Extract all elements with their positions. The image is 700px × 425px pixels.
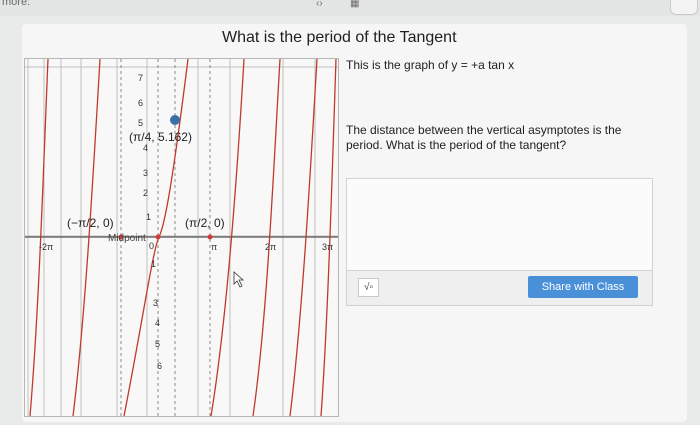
nav-arrows-icon[interactable]: ‹› (316, 0, 323, 9)
tangent-graph: 7 6 5 4 3 2 1 0 1 3 4 5 6 -2π π 2π 3π (π… (24, 58, 339, 417)
question-text: The distance between the vertical asympt… (346, 123, 622, 152)
right-point-label: (π/2, 0) (185, 216, 225, 230)
midpoint-label: Midpoint (108, 233, 146, 244)
max-point[interactable] (170, 115, 180, 125)
share-with-class-button[interactable]: Share with Class (528, 276, 638, 298)
top-left-text: more: (2, 0, 31, 8)
answer-toolbar: √▫ Share with Class (346, 270, 653, 306)
y-label-6: 6 (138, 98, 143, 108)
y-label-2: 2 (143, 188, 148, 198)
max-point-label: (π/4, 5.162) (129, 130, 192, 144)
graph-canvas: 7 6 5 4 3 2 1 0 1 3 4 5 6 -2π π 2π 3π (π… (25, 59, 338, 416)
x-label-neg-2pi: -2π (39, 242, 53, 252)
y-label-0: 0 (149, 241, 154, 251)
x-label-pi: π (211, 242, 217, 252)
y-label-neg6: 6 (157, 361, 162, 371)
y-label-neg3: 3 (153, 298, 158, 308)
x-label-2pi: 2π (265, 242, 276, 252)
y-label-7: 7 (138, 73, 143, 83)
y-label-neg5: 5 (155, 339, 160, 349)
math-input-button[interactable]: √▫ (358, 278, 379, 297)
y-label-5: 5 (138, 118, 143, 128)
left-point-label: (−π/2, 0) (67, 216, 114, 230)
y-label-1: 1 (146, 212, 151, 222)
midpoint[interactable] (155, 234, 161, 240)
cursor-icon (233, 271, 245, 288)
answer-input[interactable] (346, 178, 653, 271)
page-title: What is the period of the Tangent (222, 29, 457, 46)
window-handle[interactable] (670, 0, 698, 15)
y-label-4: 4 (143, 143, 148, 153)
graph-caption: This is the graph of y = +a tan x (346, 58, 515, 72)
x-label-3pi: 3π (322, 242, 333, 252)
y-label-neg4: 4 (155, 318, 160, 328)
y-label-neg1: 1 (151, 259, 156, 269)
y-label-3: 3 (143, 168, 148, 178)
right-point[interactable] (207, 234, 213, 240)
browser-top-bar: more: ‹› ▦ (0, 0, 700, 16)
grid-icon[interactable]: ▦ (350, 0, 359, 9)
